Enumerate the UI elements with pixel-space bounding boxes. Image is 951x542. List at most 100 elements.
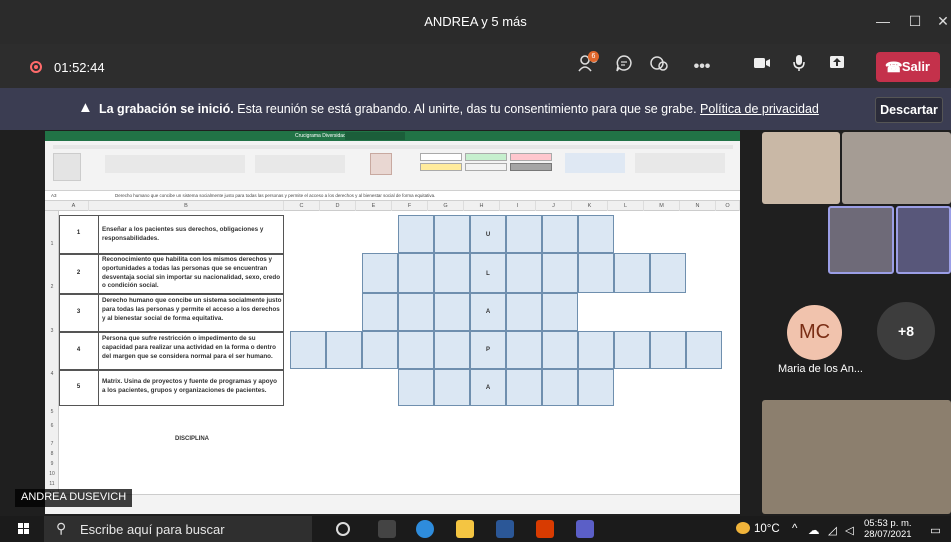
column-header[interactable]: A — [59, 201, 89, 211]
participant-video[interactable] — [896, 206, 951, 274]
participant-video[interactable] — [762, 400, 951, 514]
crossword-cell[interactable] — [434, 369, 470, 406]
participant-video[interactable] — [842, 132, 951, 204]
row-header[interactable]: 2 — [45, 284, 59, 290]
more-options-icon[interactable]: ••• — [688, 53, 716, 81]
chrome-icon[interactable] — [416, 520, 434, 538]
row-header[interactable]: 6 — [45, 423, 59, 429]
crossword-cell[interactable] — [362, 293, 398, 331]
style-check[interactable] — [510, 163, 552, 171]
row-header[interactable]: 8 — [45, 451, 59, 457]
temperature[interactable]: 10°C — [754, 523, 780, 535]
crossword-cell[interactable] — [506, 293, 542, 331]
crossword-cell[interactable] — [686, 331, 722, 369]
row-header[interactable]: 9 — [45, 461, 59, 467]
style-neutral[interactable] — [420, 163, 462, 171]
column-header[interactable]: N — [680, 201, 716, 211]
cells-group[interactable] — [565, 153, 625, 173]
paste-button[interactable] — [53, 153, 81, 181]
row-header[interactable]: 10 — [45, 471, 59, 477]
excel-search-box[interactable] — [345, 132, 405, 140]
row-header[interactable]: 1 — [45, 241, 59, 247]
crossword-cell[interactable] — [434, 215, 470, 253]
alignment-group[interactable] — [255, 155, 345, 173]
crossword-cell[interactable] — [434, 293, 470, 331]
crossword-cell[interactable] — [398, 331, 434, 369]
participants-button[interactable]: 6 — [575, 51, 603, 81]
formula-bar[interactable]: A3 Derecho humano que concibe un sistema… — [45, 191, 740, 201]
avatar[interactable]: MC — [787, 305, 842, 360]
crossword-cell[interactable] — [326, 331, 362, 369]
crossword-cell[interactable] — [506, 253, 542, 293]
crossword-cell[interactable] — [578, 331, 614, 369]
taskbar-clock[interactable]: 05:53 p. m. 28/07/2021 — [864, 518, 912, 540]
column-header[interactable]: H — [464, 201, 500, 211]
crossword-cell[interactable] — [362, 253, 398, 293]
taskbar-search[interactable]: ⚲ Escribe aquí para buscar — [44, 516, 312, 542]
column-header[interactable]: F — [392, 201, 428, 211]
weather-icon[interactable] — [736, 522, 750, 534]
column-header[interactable]: C — [284, 201, 320, 211]
crossword-cell[interactable] — [434, 253, 470, 293]
file-explorer-icon[interactable] — [456, 520, 474, 538]
cortana-icon[interactable] — [336, 522, 350, 536]
crossword-cell[interactable] — [614, 253, 650, 293]
column-header[interactable]: D — [320, 201, 356, 211]
microphone-button[interactable] — [785, 53, 813, 81]
leave-button[interactable]: ☎ Salir — [876, 52, 940, 82]
participant-video[interactable] — [828, 206, 894, 274]
teams-icon[interactable] — [576, 520, 594, 538]
style-calc[interactable] — [465, 163, 507, 171]
crossword-cell[interactable] — [578, 253, 614, 293]
volume-icon[interactable]: ◁ — [845, 523, 854, 537]
office-icon[interactable] — [536, 520, 554, 538]
crossword-cell[interactable] — [542, 369, 578, 406]
row-header[interactable]: 3 — [45, 328, 59, 334]
more-participants-button[interactable]: +8 — [877, 302, 935, 360]
column-header[interactable]: E — [356, 201, 392, 211]
crossword-cell[interactable] — [398, 293, 434, 331]
notifications-icon[interactable]: ▭ — [930, 523, 941, 537]
crossword-cell[interactable] — [578, 215, 614, 253]
crossword-cell[interactable] — [362, 331, 398, 369]
ribbon-tabs[interactable] — [53, 145, 733, 149]
chevron-up-icon[interactable]: ^ — [792, 523, 797, 535]
crossword-cell[interactable] — [542, 293, 578, 331]
column-header[interactable]: G — [428, 201, 464, 211]
conditional-format-button[interactable] — [370, 153, 392, 175]
close-icon[interactable]: ✕ — [928, 8, 951, 34]
minimize-icon[interactable]: — — [868, 8, 898, 34]
column-header[interactable]: I — [500, 201, 536, 211]
camera-button[interactable] — [748, 53, 776, 81]
crossword-cell[interactable] — [398, 253, 434, 293]
style-normal[interactable] — [420, 153, 462, 161]
column-header[interactable]: K — [572, 201, 608, 211]
participant-video[interactable] — [762, 132, 840, 204]
cloud-icon[interactable]: ☁ — [808, 523, 820, 537]
network-icon[interactable]: ◿ — [828, 523, 837, 537]
crossword-cell[interactable] — [578, 369, 614, 406]
dismiss-button[interactable]: Descartar — [875, 97, 943, 123]
row-header[interactable]: 7 — [45, 441, 59, 447]
column-header[interactable]: M — [644, 201, 680, 211]
crossword-cell[interactable] — [506, 215, 542, 253]
crossword-cell[interactable] — [650, 331, 686, 369]
column-header[interactable]: J — [536, 201, 572, 211]
windows-start-icon[interactable] — [18, 523, 30, 535]
maximize-icon[interactable]: ☐ — [900, 8, 930, 34]
crossword-cell[interactable] — [290, 331, 326, 369]
crossword-cell[interactable] — [542, 253, 578, 293]
crossword-cell[interactable] — [434, 331, 470, 369]
crossword-cell[interactable] — [650, 253, 686, 293]
style-good[interactable] — [465, 153, 507, 161]
crossword-cell[interactable] — [542, 215, 578, 253]
style-bad[interactable] — [510, 153, 552, 161]
column-header[interactable]: O — [716, 201, 740, 211]
row-header[interactable]: 11 — [45, 481, 59, 487]
crossword-cell[interactable] — [398, 369, 434, 406]
word-icon[interactable] — [496, 520, 514, 538]
editing-group[interactable] — [635, 153, 725, 173]
column-header[interactable]: L — [608, 201, 644, 211]
task-view-icon[interactable] — [378, 520, 396, 538]
reactions-button[interactable] — [645, 53, 673, 81]
